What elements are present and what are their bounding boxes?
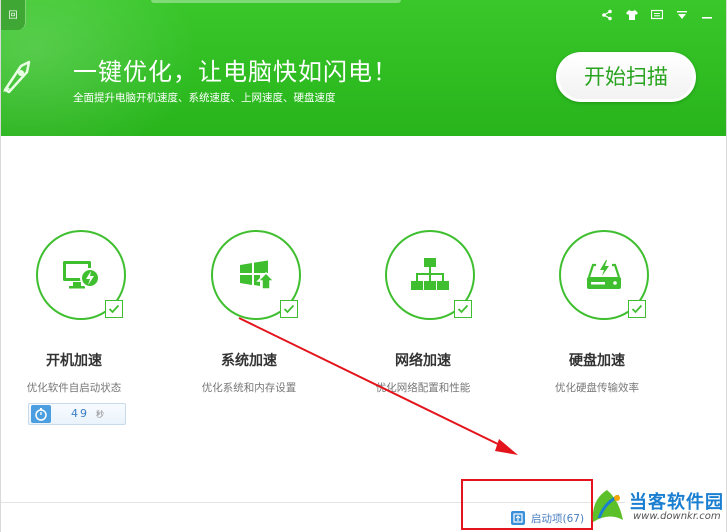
check-icon: [283, 304, 295, 314]
boot-time-unit: 秒: [96, 410, 104, 419]
skin-icon[interactable]: [625, 8, 639, 22]
watermark: 当客软件园 www.downkr.com: [589, 486, 726, 532]
minimize-icon[interactable]: [700, 8, 714, 22]
boot-checkbox[interactable]: [105, 300, 123, 318]
watermark-url: www.downkr.com: [633, 511, 721, 522]
disk-lightning-icon: [587, 260, 621, 289]
card-title: 硬盘加速: [569, 353, 625, 369]
check-icon: [108, 304, 120, 314]
start-scan-button[interactable]: 开始扫描: [556, 52, 696, 102]
monitor-lightning-icon: [63, 261, 100, 289]
card-description: 优化系统和内存设置: [201, 382, 297, 394]
header-top-strip: [151, 0, 401, 3]
optimizer-window: 回 一键优化，让电脑快如闪电！ 全面提升电脑开机速度、系统速度、上网速度、硬盘速…: [0, 0, 727, 532]
card-title: 系统加速: [221, 353, 277, 369]
watermark-logo: [592, 490, 623, 522]
card-title: 开机加速: [46, 353, 102, 369]
windows-up-icon: [240, 260, 276, 290]
back-button[interactable]: 回: [1, 0, 26, 30]
share-icon[interactable]: [600, 8, 614, 22]
network-tree-icon: [411, 258, 449, 290]
card-network-speed[interactable]: 网络加速 优化网络配置和性能: [353, 230, 475, 430]
back-icon: 回: [8, 11, 18, 21]
card-system-speed[interactable]: 系统加速 优化系统和内存设置: [179, 230, 301, 430]
menu-icon[interactable]: [650, 8, 664, 22]
boot-timer: 49 秒: [28, 403, 126, 425]
annotation-box: [461, 479, 593, 530]
card-description: 优化网络配置和性能: [375, 382, 471, 394]
system-checkbox[interactable]: [280, 300, 298, 318]
card-boot-speed[interactable]: 开机加速 优化软件自启动状态: [4, 230, 126, 430]
window-controls: [600, 8, 714, 22]
card-description: 优化硬盘传输效率: [555, 382, 639, 394]
scan-button-label: 开始扫描: [584, 65, 668, 89]
card-disk-speed[interactable]: 硬盘加速 优化硬盘传输效率: [527, 230, 649, 430]
check-icon: [457, 304, 469, 314]
disk-checkbox[interactable]: [628, 300, 646, 318]
network-checkbox[interactable]: [454, 300, 472, 318]
card-title: 网络加速: [395, 353, 451, 369]
rocket-icon: [3, 60, 31, 94]
header-title: 一键优化，让电脑快如闪电！: [73, 58, 398, 86]
dropdown-icon[interactable]: [675, 8, 689, 22]
check-icon: [631, 304, 643, 314]
header-banner: 回 一键优化，让电脑快如闪电！ 全面提升电脑开机速度、系统速度、上网速度、硬盘速…: [1, 0, 726, 136]
header-subtitle: 全面提升电脑开机速度、系统速度、上网速度、硬盘速度: [73, 92, 336, 104]
stopwatch-icon: [31, 405, 51, 423]
card-description: 优化软件自启动状态: [26, 382, 122, 394]
boot-time-value: 49: [71, 407, 89, 420]
